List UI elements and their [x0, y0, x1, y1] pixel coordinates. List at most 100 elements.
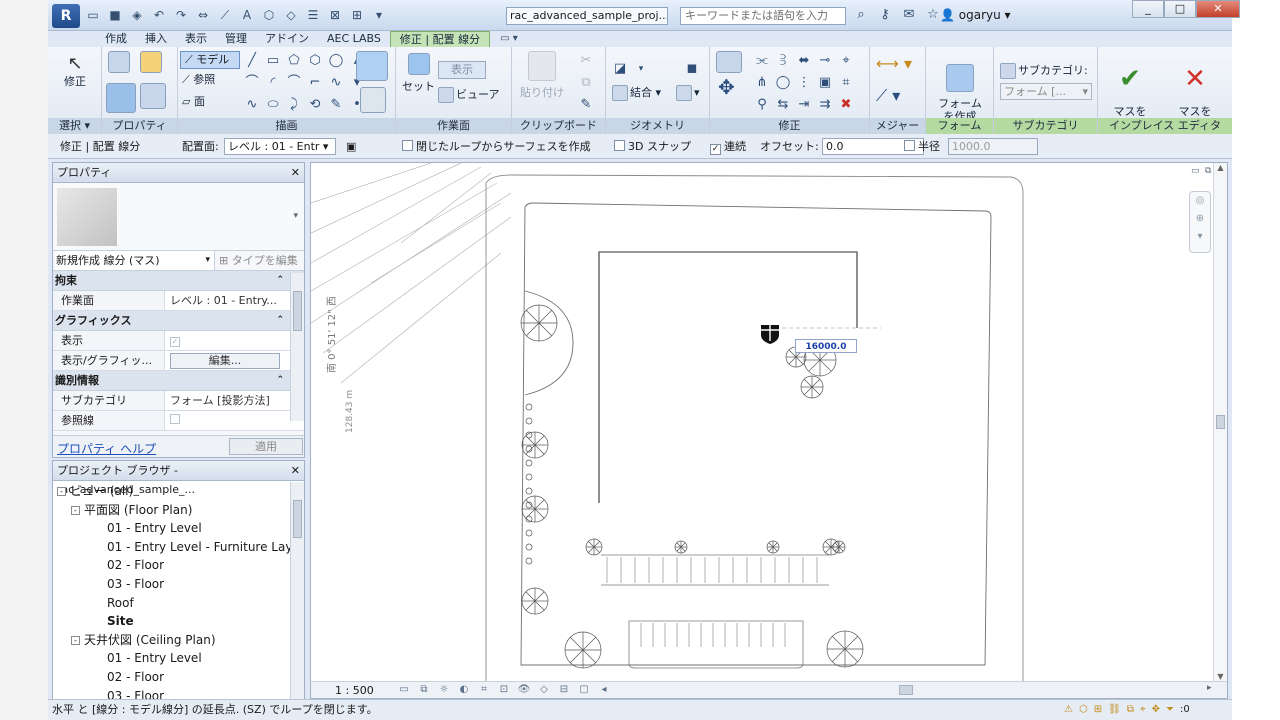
reference-line-button[interactable]: ⟋ 参照: [182, 73, 215, 86]
view-restore-icon[interactable]: ⧉: [1205, 166, 1211, 176]
arc-3pt-icon[interactable]: ⌒: [244, 75, 260, 91]
trim-icon[interactable]: ⋮: [796, 75, 812, 91]
type-selector[interactable]: ▾: [53, 183, 304, 251]
type-properties-button[interactable]: [140, 51, 162, 78]
closed-loop-check[interactable]: [402, 140, 413, 151]
tab-create[interactable]: 作成: [96, 31, 136, 47]
model-line-button[interactable]: ⟋ モデル: [180, 51, 240, 69]
visibility-edit-button[interactable]: 編集...: [170, 353, 280, 369]
select-links-icon[interactable]: ⛓: [1108, 702, 1121, 718]
editable-only-icon[interactable]: ⊞: [1094, 702, 1102, 718]
reveal-hidden-icon[interactable]: ◇: [537, 683, 551, 697]
tree-collapse-icon[interactable]: -: [57, 487, 66, 496]
detail-level-icon[interactable]: ▭: [397, 683, 411, 697]
closed-loop-checkbox[interactable]: 閉じたループからサーフェスを作成: [402, 134, 591, 159]
browser-item[interactable]: Roof: [107, 594, 134, 612]
ellipse-icon[interactable]: ∿: [244, 97, 260, 113]
type-selector-dropdown-icon[interactable]: ▾: [293, 211, 298, 221]
close-hidden-icon[interactable]: ⊠: [326, 6, 344, 24]
pick-lines-icon[interactable]: ⤸: [286, 97, 302, 113]
browser-item[interactable]: 03 - Floor: [107, 687, 164, 699]
steering-wheel-icon[interactable]: ◎: [1190, 192, 1210, 210]
view-minimize-icon[interactable]: ▭: [1191, 166, 1200, 176]
sun-path-icon[interactable]: ☼: [437, 683, 451, 697]
family-types-button[interactable]: [140, 83, 166, 114]
instance-filter-select[interactable]: 新規作成 線分 (マス) ▾: [55, 251, 215, 270]
point-element-icon[interactable]: ✎: [328, 97, 344, 113]
circle-tool-icon[interactable]: ◯: [328, 53, 344, 69]
show-crop-icon[interactable]: ⊡: [497, 683, 511, 697]
move-button[interactable]: ✥: [718, 77, 735, 97]
maximize-button[interactable]: □: [1164, 0, 1196, 18]
qat-dropdown-icon[interactable]: ▾: [370, 6, 388, 24]
panel-label-select[interactable]: 選択 ▾: [48, 118, 101, 134]
paste-button[interactable]: 貼り付け: [520, 51, 564, 99]
browser-item[interactable]: 02 - Floor: [107, 668, 164, 686]
modify-button[interactable]: ↖ 修正: [58, 53, 92, 88]
browser-close-icon[interactable]: ✕: [291, 461, 300, 480]
visible-checkbox[interactable]: ✓: [170, 337, 180, 347]
scroll-up-icon[interactable]: ▲: [1214, 163, 1227, 172]
delete-icon[interactable]: ✖: [838, 97, 854, 113]
extend-icon[interactable]: ⇥: [796, 97, 812, 113]
draw-on-face-button[interactable]: [360, 87, 386, 118]
tab-view[interactable]: 表示: [176, 31, 216, 47]
mirror-draw-icon[interactable]: ⋔: [754, 75, 770, 91]
mirror-axis-icon[interactable]: ⫖: [775, 53, 791, 69]
properties-button[interactable]: [108, 51, 130, 78]
infocenter-search-input[interactable]: キーワードまたは語句を入力: [680, 7, 846, 25]
nav-options-icon[interactable]: ▾: [1190, 228, 1210, 246]
worksets-icon[interactable]: ⚠: [1064, 702, 1073, 718]
3d-snap-check[interactable]: [614, 140, 625, 151]
browser-item[interactable]: 03 - Floor: [107, 575, 164, 593]
copy-modify-icon[interactable]: ⬌: [796, 53, 812, 69]
group-constraints[interactable]: 拘束 ⌃: [53, 271, 304, 291]
properties-scrollbar[interactable]: [290, 273, 304, 421]
close-button[interactable]: ✕: [1196, 0, 1240, 18]
scale-icon[interactable]: ⚲: [754, 97, 770, 113]
set-workplane-button[interactable]: セット: [402, 53, 435, 93]
canvas-vscroll-thumb[interactable]: [1216, 415, 1225, 429]
sync-icon[interactable]: ◈: [128, 6, 146, 24]
circumscribed-polygon-icon[interactable]: ⬡: [307, 53, 323, 69]
temporary-dimension[interactable]: 16000.0: [795, 339, 857, 353]
arc-tangent-icon[interactable]: ⌒: [286, 75, 302, 91]
shadows-icon[interactable]: ◐: [457, 683, 471, 697]
visual-style-icon[interactable]: ⧉: [417, 683, 431, 697]
browser-item[interactable]: - 天井伏図 (Ceiling Plan): [71, 631, 216, 649]
switch-windows-icon[interactable]: ⊞: [348, 6, 366, 24]
cope-dropdown-icon[interactable]: ▾: [633, 61, 649, 77]
browser-item[interactable]: - 平面図 (Floor Plan): [71, 501, 192, 519]
tab-manage[interactable]: 管理: [216, 31, 256, 47]
tab-aec-labs[interactable]: AEC LABS: [318, 31, 390, 47]
array-icon[interactable]: ▣: [817, 75, 833, 91]
undo-icon[interactable]: ↶: [150, 6, 168, 24]
spline-icon[interactable]: ∿: [328, 75, 344, 91]
browser-scrollbar[interactable]: [290, 482, 304, 699]
pin-icon[interactable]: ⌖: [838, 53, 854, 69]
browser-scroll-thumb[interactable]: [293, 500, 302, 538]
properties-close-icon[interactable]: ✕: [291, 163, 300, 182]
design-options-icon[interactable]: ⬡: [1079, 702, 1088, 718]
unpin-icon[interactable]: ⌗: [838, 75, 854, 91]
viewer-button[interactable]: ビューア: [438, 87, 500, 103]
browser-item[interactable]: Site: [107, 612, 134, 630]
align-button[interactable]: [716, 51, 742, 78]
properties-scroll-thumb[interactable]: [293, 291, 302, 331]
thin-lines-icon[interactable]: ☰: [304, 6, 322, 24]
rotate-icon[interactable]: ◯: [775, 75, 791, 91]
pick-faces-icon[interactable]: ⟲: [307, 97, 323, 113]
zoom-icon[interactable]: ⊕: [1190, 210, 1210, 228]
3d-view-icon[interactable]: ⬡: [260, 6, 278, 24]
browser-item[interactable]: 02 - Floor: [107, 556, 164, 574]
save-icon[interactable]: ■: [106, 6, 124, 24]
application-menu-button[interactable]: R: [52, 4, 80, 28]
chain-checkbox[interactable]: ✓ 連続: [710, 134, 746, 159]
match-type-icon[interactable]: ✎: [578, 97, 594, 113]
reference-line-checkbox[interactable]: [170, 414, 180, 424]
edit-type-button[interactable]: ⊞ タイプを編集: [219, 251, 298, 270]
group-graphics[interactable]: グラフィックス ⌃: [53, 311, 304, 331]
drag-elements-icon[interactable]: ✥: [1152, 702, 1160, 718]
draw-on-workplane-button[interactable]: [356, 51, 388, 86]
redo-icon[interactable]: ↷: [172, 6, 190, 24]
